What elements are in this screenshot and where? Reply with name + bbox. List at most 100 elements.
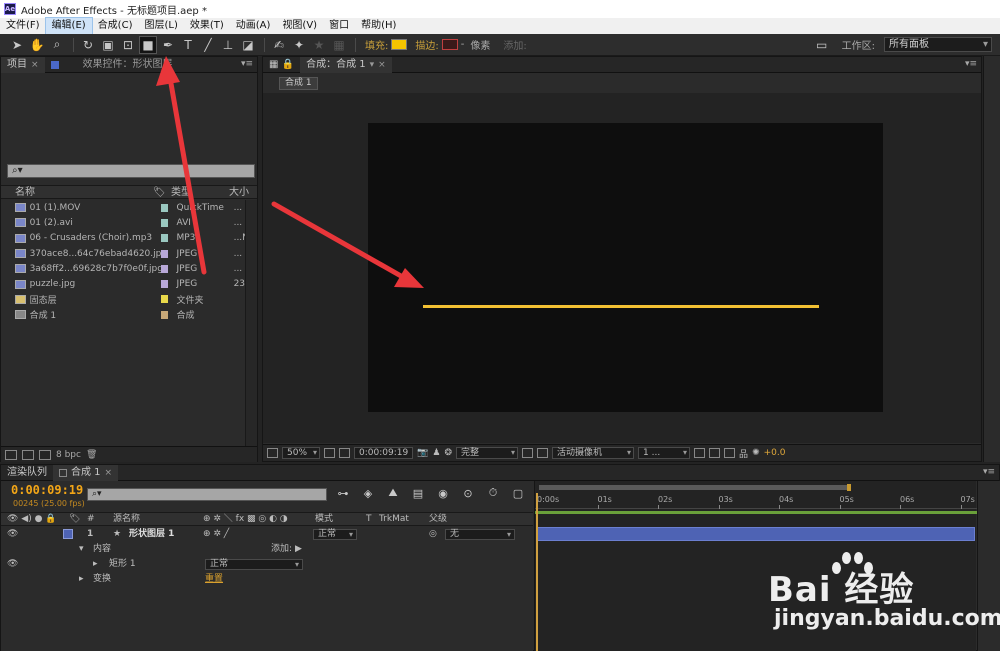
contents-group-row[interactable]: ▾ 内容 添加: ▶ [1,542,533,557]
rectangle-tool-icon[interactable]: ■ [139,35,157,54]
menu-composition[interactable]: 合成(C) [92,18,139,34]
fill-color-swatch[interactable] [391,39,408,50]
project-item[interactable]: 合成 1 合成 [1,307,245,322]
project-item[interactable]: 固态层 文件夹 [1,292,245,307]
magnification-select[interactable]: 50% [282,447,321,459]
layer-name[interactable]: 形状图层 1 [129,527,174,542]
brush-tool-icon[interactable]: ╱ [199,36,217,54]
puppet-pin-tool-icon[interactable]: ✦ [290,36,308,54]
project-item[interactable]: 01 (2).avi AVI... [1,215,245,230]
project-item[interactable]: 01 (1).MOV QuickTime... [1,200,245,215]
tab-composition[interactable]: 合成：合成 1 ▾ × [300,56,392,73]
camera-select[interactable]: 活动摄像机 [552,447,635,459]
workspace-select[interactable]: 所有面板 [884,37,992,52]
timeline-current-time[interactable]: 0:00:09:19 [11,483,83,497]
panel-menu-icon[interactable]: ▾≡ [241,59,253,69]
timeline-search-input[interactable]: ⌕▾ [87,488,327,501]
add-shape-button[interactable]: 添加: [271,542,292,557]
project-search-input[interactable]: ⌕▾ [7,164,255,178]
motion-blur-icon[interactable]: ◉ [435,486,451,500]
project-item-label-color[interactable] [160,234,169,243]
shape-layer-line[interactable] [423,305,819,308]
tab-project[interactable]: 项目 × [1,56,45,73]
panel-menu-icon[interactable]: ▾≡ [983,467,995,477]
selection-tool-icon[interactable]: ➤ [8,36,26,54]
tab-render-queue[interactable]: 渲染队列 [1,465,53,481]
exposure-value[interactable]: +0.0 [764,448,786,458]
snapshot-icon[interactable]: 📷 [417,448,428,458]
pen-tool-icon[interactable]: ✒ [159,36,177,54]
menu-file[interactable]: 文件(F) [0,18,46,34]
draft-3d-icon[interactable]: ◈ [360,486,376,500]
close-icon[interactable]: × [378,57,386,73]
close-icon[interactable]: × [105,465,113,481]
timeline-icon[interactable] [724,448,736,458]
channel-icon[interactable]: ❂ [445,448,453,458]
type-tool-icon[interactable]: T [179,36,197,54]
header-name[interactable]: 名称 [1,186,153,198]
current-time-display[interactable]: 0:00:09:19 [354,447,414,459]
visibility-eye-icon[interactable]: 👁 [7,527,18,542]
project-item-label-color[interactable] [160,203,169,212]
project-item[interactable]: puzzle.jpg JPEG 23 [1,276,245,291]
project-scrollbar[interactable] [245,200,257,448]
layer-switches-icons[interactable]: ⊕ ✲ ╱ [203,527,229,542]
camera-tool-icon[interactable]: ▣ [99,36,117,54]
collapse-triangle-icon[interactable]: ▸ [93,557,98,572]
menu-window[interactable]: 窗口 [323,18,355,34]
eraser-tool-icon[interactable]: ◪ [239,36,257,54]
right-collapsed-panels[interactable] [983,56,1000,462]
header-type[interactable]: 类型 [171,186,229,198]
new-folder-icon[interactable] [22,449,34,460]
add-arrow-icon[interactable]: ▶ [295,542,302,557]
parent-select[interactable]: 无 [445,529,515,540]
work-area-end-handle[interactable] [847,484,851,491]
fast-preview-icon[interactable] [709,448,721,458]
time-ruler[interactable]: 0:00s 01s 02s 03s 04s 05s 06s 07s [535,493,977,509]
menu-animation[interactable]: 动画(A) [230,18,277,34]
rotate-tool-icon[interactable]: ↻ [79,36,97,54]
project-item-label-color[interactable] [160,295,169,304]
current-time-indicator[interactable] [536,493,538,651]
project-item[interactable]: 3a68ff2...69628c7b7f0e0f.jpg JPEG... [1,261,245,276]
shy-layers-icon[interactable]: ⛰ [385,486,401,500]
layer-duration-bar[interactable] [537,527,975,541]
transparency-grid-icon[interactable] [537,448,549,458]
show-snapshot-icon[interactable]: ♟ [432,448,440,458]
vr-goggles-icon[interactable]: ▭ [813,36,831,54]
interpret-footage-icon[interactable] [5,449,17,460]
project-item[interactable]: 06 - Crusaders (Choir).mp3 MP3 ...N [1,231,245,246]
project-item[interactable]: 370ace8...64c76ebad4620.jpg JPEG... [1,246,245,261]
new-composition-icon[interactable] [39,449,51,460]
header-source-name[interactable]: 源名称 [113,513,140,525]
expand-triangle-icon[interactable]: ▾ [79,542,84,557]
blend-mode-select[interactable]: 正常 [313,529,357,540]
project-item-label-color[interactable] [160,249,169,258]
toggle-pixel-aspect-icon[interactable] [694,448,706,458]
menu-view[interactable]: 视图(V) [276,18,323,34]
panel-menu-icon[interactable]: ▾≡ [965,59,977,69]
mask-visibility-icon[interactable] [339,448,351,458]
project-item-label-color[interactable] [160,218,169,227]
project-item-label-color[interactable] [160,280,169,289]
menu-effect[interactable]: 效果(T) [184,18,230,34]
clone-stamp-tool-icon[interactable]: ⊥ [219,36,237,54]
project-item-label-color[interactable] [160,310,169,319]
rectangle-blend-select[interactable]: 正常 [205,559,303,570]
pan-behind-tool-icon[interactable]: ⊡ [119,36,137,54]
menu-help[interactable]: 帮助(H) [355,18,402,34]
collapse-triangle-icon[interactable]: ▸ [79,572,84,587]
resolution-select[interactable]: 完整 [456,447,519,459]
grid-icon[interactable] [324,448,336,458]
hand-tool-icon[interactable]: ✋ [28,36,46,54]
always-preview-icon[interactable] [267,448,278,458]
menu-layer[interactable]: 图层(L) [138,18,183,34]
frame-blending-icon[interactable]: ▤ [410,486,426,500]
tab-timeline-comp[interactable]: 合成 1 × [53,464,119,481]
reset-transform-link[interactable]: 重置 [205,572,223,587]
stroke-color-swatch[interactable] [441,39,458,50]
header-size[interactable]: 大小 [229,186,255,198]
composition-breadcrumb[interactable]: 合成 1 [279,77,318,90]
menu-edit[interactable]: 编辑(E) [44,17,93,35]
flowchart-icon[interactable]: 品 [739,447,748,460]
